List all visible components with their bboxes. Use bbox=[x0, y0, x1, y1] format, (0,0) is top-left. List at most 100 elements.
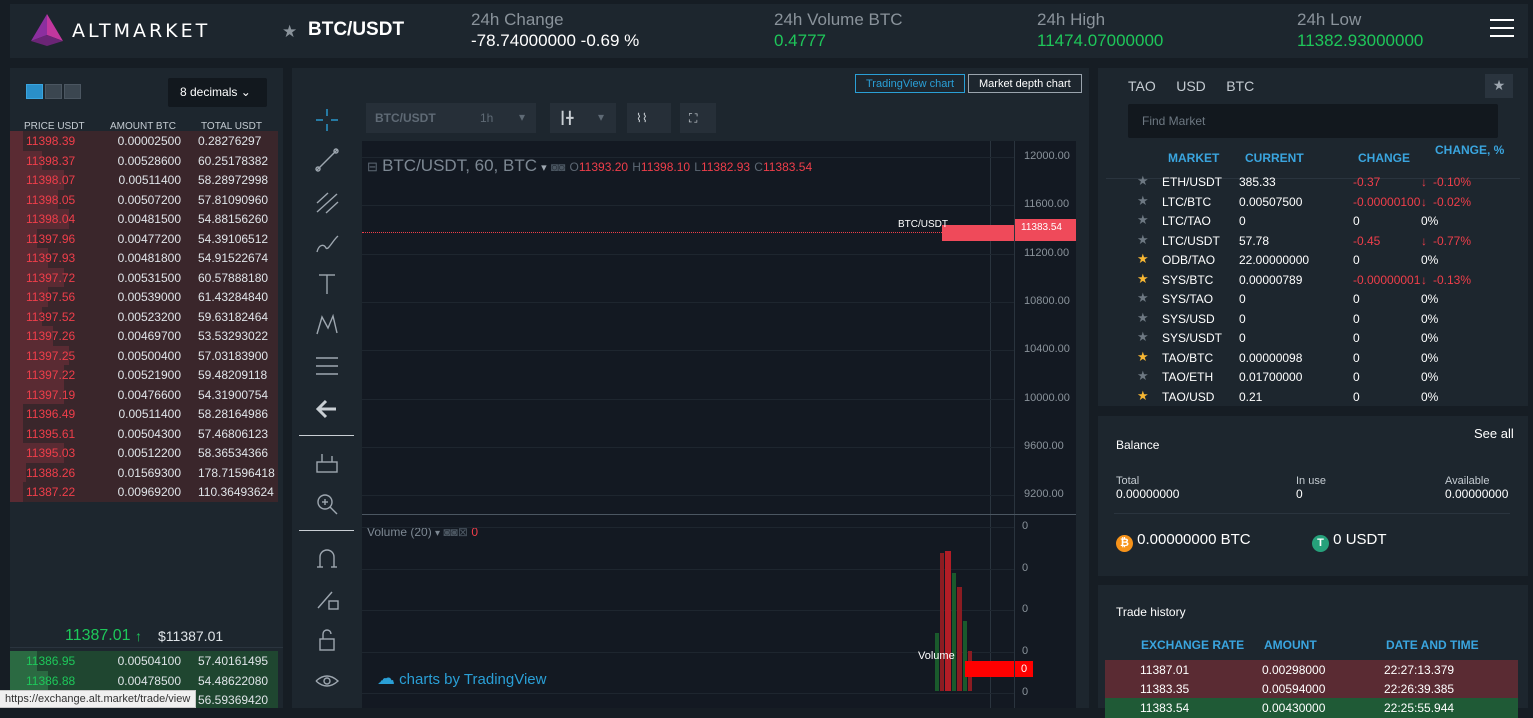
market-change: -0.37 bbox=[1353, 175, 1381, 189]
favorite-star-icon[interactable]: ★ bbox=[1137, 232, 1149, 248]
market-depth-chart-button[interactable]: Market depth chart bbox=[968, 74, 1082, 93]
favorite-star-icon[interactable]: ★ bbox=[282, 22, 297, 42]
favorite-star-icon[interactable]: ★ bbox=[1137, 271, 1149, 287]
usdt-symbol: USDT bbox=[1345, 531, 1387, 548]
chart-type-select[interactable]: ┃╋ ▾ bbox=[550, 103, 616, 133]
market-name: LTC/TAO bbox=[1162, 214, 1211, 228]
market-change: -0.00000100 bbox=[1353, 194, 1421, 209]
crosshair-icon[interactable] bbox=[298, 100, 355, 140]
view-asks-icon[interactable] bbox=[45, 84, 62, 99]
favorites-filter-star-icon[interactable]: ★ bbox=[1485, 74, 1513, 98]
tab-btc[interactable]: BTC bbox=[1226, 78, 1254, 94]
ask-row[interactable]: 11395.03 0.00512200 58.36534366 bbox=[10, 443, 278, 463]
market-current: 0.00507500 bbox=[1239, 194, 1303, 209]
decimals-dropdown[interactable]: 8 decimals ⌄ bbox=[168, 78, 267, 107]
gridline bbox=[362, 693, 1014, 694]
see-all-link[interactable]: See all bbox=[1474, 426, 1514, 441]
favorite-star-icon[interactable]: ★ bbox=[1137, 290, 1149, 306]
bid-row[interactable]: 11386.95 0.00504100 57.40161495 bbox=[10, 651, 278, 671]
ask-total: 60.25178382 bbox=[198, 153, 269, 168]
favorite-star-icon[interactable]: ★ bbox=[1137, 310, 1149, 326]
col-change-pct[interactable]: CHANGE, % bbox=[1435, 144, 1505, 157]
favorite-star-icon[interactable]: ★ bbox=[1137, 329, 1149, 345]
ask-amount: 0.00528600 bbox=[117, 153, 181, 168]
bid-price: 11386.95 bbox=[26, 654, 76, 668]
favorite-star-icon[interactable]: ★ bbox=[1137, 193, 1149, 209]
col-change[interactable]: CHANGE bbox=[1358, 151, 1410, 165]
eye-icon[interactable] bbox=[298, 661, 355, 701]
measure-icon[interactable] bbox=[298, 443, 355, 483]
lock-icon[interactable] bbox=[298, 620, 355, 660]
btc-symbol: BTC bbox=[1220, 531, 1251, 548]
tab-tao[interactable]: TAO bbox=[1128, 78, 1156, 94]
altmarket-logo-icon[interactable] bbox=[30, 13, 64, 47]
favorite-star-icon[interactable]: ★ bbox=[1137, 251, 1149, 267]
market-row[interactable]: ★ TAO/USD 0.21 0 0% bbox=[1137, 387, 1507, 405]
favorite-star-icon[interactable]: ★ bbox=[1137, 388, 1149, 404]
view-both-icon[interactable] bbox=[26, 84, 43, 99]
col-current[interactable]: CURRENT bbox=[1245, 151, 1304, 165]
ask-row[interactable]: 11395.61 0.00504300 57.46806123 bbox=[10, 423, 278, 443]
down-arrow-icon: ↓ bbox=[1421, 233, 1427, 248]
ask-row[interactable]: 11388.26 0.01569300 178.71596418 bbox=[10, 462, 278, 482]
caret-down-icon[interactable]: ▾ bbox=[435, 528, 440, 539]
ask-total: 57.46806123 bbox=[198, 426, 269, 441]
zoom-in-icon[interactable] bbox=[298, 484, 355, 524]
tradingview-chart-button[interactable]: TradingView chart bbox=[855, 74, 966, 93]
favorite-star-icon[interactable]: ★ bbox=[1137, 212, 1149, 228]
volume-tick: 0 bbox=[1022, 603, 1029, 615]
market-row[interactable]: ★ ODB/TAO 22.00000000 0 0% bbox=[1137, 250, 1507, 270]
fullscreen-button[interactable]: ⛶ bbox=[680, 103, 716, 133]
stat-24h-change: 24h Change -78.74000000 -0.69 % bbox=[471, 10, 639, 51]
market-row[interactable]: ★ TAO/BTC 0.00000098 0 0% bbox=[1137, 348, 1507, 368]
market-row[interactable]: ★ SYS/USDT 0 0 0% bbox=[1137, 328, 1507, 348]
btc-balance[interactable]: ₿ 0.00000000 BTC bbox=[1116, 531, 1251, 552]
market-row[interactable]: ★ LTC/TAO 0 0 0% bbox=[1137, 211, 1507, 231]
legend-settings-icon[interactable]: ◙◙ bbox=[551, 160, 566, 174]
market-change-pct: 0% bbox=[1421, 389, 1439, 404]
ask-row[interactable]: 11387.22 0.00969200 110.36493624 bbox=[10, 482, 278, 502]
logo-text[interactable]: ALTMARKET bbox=[72, 20, 210, 42]
stat-label: 24h High bbox=[1037, 10, 1106, 29]
market-row[interactable]: ★ SYS/TAO 0 0 0% bbox=[1137, 289, 1507, 309]
hamburger-menu-icon[interactable] bbox=[1490, 19, 1514, 39]
collapse-icon[interactable]: ⊟ bbox=[367, 159, 378, 174]
market-row[interactable]: ★ SYS/USD 0 0 0% bbox=[1137, 309, 1507, 329]
view-bids-icon[interactable] bbox=[64, 84, 81, 99]
market-current: 385.33 bbox=[1239, 175, 1276, 189]
market-current: 0.00000789 bbox=[1239, 272, 1303, 287]
market-row[interactable]: ★ TAO/ETH 0.01700000 0 0% bbox=[1137, 367, 1507, 387]
tab-usd[interactable]: USD bbox=[1176, 78, 1206, 94]
market-row[interactable]: ★ LTC/BTC 0.00507500 -0.00000100 ↓ -0.02% bbox=[1137, 192, 1507, 212]
pane-divider[interactable] bbox=[362, 514, 1076, 515]
available-value: 0.00000000 bbox=[1445, 487, 1509, 501]
total-value: 0.00000000 bbox=[1116, 487, 1180, 501]
ask-amount: 0.00512200 bbox=[117, 446, 181, 460]
lock-drawing-icon[interactable] bbox=[298, 579, 355, 619]
volume-tick: 0 bbox=[1022, 686, 1029, 698]
usdt-balance[interactable]: T 0 USDT bbox=[1312, 531, 1387, 552]
favorite-star-icon[interactable]: ★ bbox=[1137, 349, 1149, 365]
market-search-input[interactable]: Find Market bbox=[1128, 104, 1498, 138]
magnet-icon[interactable] bbox=[298, 538, 355, 578]
c-label: C bbox=[754, 160, 763, 174]
ask-row[interactable]: 11398.39 0.00002500 0.28276297 bbox=[10, 131, 278, 151]
price-tick: 12000.00 bbox=[1024, 150, 1070, 162]
market-row[interactable]: ★ ETH/USDT 385.33 -0.37 ↓ -0.10% bbox=[1137, 172, 1507, 192]
bid-row[interactable]: 11386.88 0.00478500 54.48622080 bbox=[10, 670, 278, 690]
stat-value: 11382.93000000 bbox=[1297, 31, 1424, 50]
favorite-star-icon[interactable]: ★ bbox=[1137, 368, 1149, 384]
bid-amount: 0.00478500 bbox=[117, 673, 181, 688]
market-row[interactable]: ★ SYS/BTC 0.00000789 -0.00000001 ↓ -0.13% bbox=[1137, 270, 1507, 290]
indicators-button[interactable]: ⌇⌇ bbox=[627, 103, 671, 133]
ask-row[interactable]: 11398.37 0.00528600 60.25178382 bbox=[10, 150, 278, 170]
usdt-amount: 0 bbox=[1333, 531, 1342, 548]
symbol-select[interactable]: BTC/USDT 1h ▾ bbox=[366, 103, 536, 133]
fullscreen-icon: ⛶ bbox=[689, 111, 698, 125]
col-date-time: DATE AND TIME bbox=[1386, 638, 1479, 652]
ask-row[interactable]: 11396.49 0.00511400 58.28164986 bbox=[10, 404, 278, 424]
market-row[interactable]: ★ LTC/USDT 57.78 -0.45 ↓ -0.77% bbox=[1137, 231, 1507, 251]
col-market[interactable]: MARKET bbox=[1168, 151, 1219, 165]
favorite-star-icon[interactable]: ★ bbox=[1137, 173, 1149, 189]
tradingview-watermark[interactable]: ☁ charts by TradingView bbox=[377, 668, 546, 689]
